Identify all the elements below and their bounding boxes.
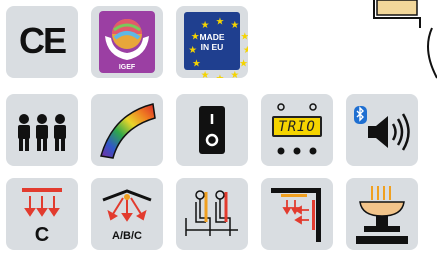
- sauna-stove-tile: [346, 178, 418, 250]
- seats-tile: [176, 178, 248, 250]
- svg-text:★: ★: [201, 20, 210, 31]
- svg-text:★: ★: [216, 74, 225, 78]
- corner-heater-tile: [261, 178, 333, 250]
- heater-c-tile: C: [6, 178, 78, 250]
- bluetooth-speaker-tile: [346, 94, 418, 166]
- heater-abc-label: A/B/C: [112, 230, 142, 242]
- bluetooth-speaker-icon: [354, 106, 410, 151]
- svg-text:★: ★: [230, 70, 239, 78]
- svg-text:★: ★: [201, 70, 210, 78]
- svg-text:★: ★: [216, 16, 225, 27]
- sauna-stove-icon: [356, 186, 408, 244]
- svg-text:★: ★: [243, 45, 248, 56]
- ce-mark-tile: CE: [6, 6, 78, 78]
- infrared-spectrum-icon: [100, 103, 156, 159]
- three-persons-tile: [6, 94, 78, 166]
- heater-abc-tile: A/B/C: [91, 178, 163, 250]
- made-in-eu-tile: ★ ★ ★ ★ ★ ★ ★ ★ ★ ★ ★ ★ MADE IN EU: [176, 6, 248, 78]
- corner-heater-icon: [271, 188, 321, 242]
- infrared-spectrum-tile: [91, 94, 163, 166]
- digital-display-icon: TRIO: [272, 116, 322, 137]
- display-text: TRIO: [278, 119, 316, 135]
- three-persons-icon: [18, 114, 66, 151]
- seats-icon: [185, 190, 238, 236]
- igef-tile: IGEF: [91, 6, 163, 78]
- eu-text-line1: MADE: [199, 32, 225, 42]
- power-switch-icon: [199, 106, 225, 154]
- svg-text:★: ★: [230, 20, 239, 31]
- svg-text:★: ★: [192, 59, 201, 70]
- svg-text:★: ★: [240, 31, 248, 42]
- made-in-eu-icon: ★ ★ ★ ★ ★ ★ ★ ★ ★ ★ ★ ★ MADE IN EU: [184, 12, 248, 78]
- power-switch-tile: [176, 94, 248, 166]
- ce-mark-icon: CE: [18, 20, 67, 61]
- igef-label: IGEF: [118, 64, 136, 71]
- svg-text:★: ★: [239, 59, 248, 70]
- digital-display-tile: TRIO: [261, 94, 333, 166]
- partial-icon: [360, 0, 437, 80]
- eu-text-line2: IN EU: [200, 42, 224, 52]
- heater-c-label: C: [34, 224, 50, 246]
